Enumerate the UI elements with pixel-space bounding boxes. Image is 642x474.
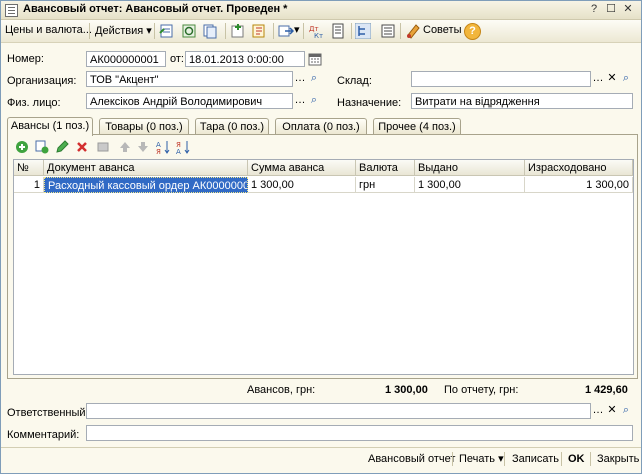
- help-icon[interactable]: ?: [587, 3, 601, 16]
- go-to-dropdown-icon[interactable]: ▾: [294, 23, 300, 36]
- print-menu-button[interactable]: Печать ▾: [459, 450, 504, 468]
- column-header-number[interactable]: №: [14, 160, 44, 176]
- refresh-icon[interactable]: [181, 23, 197, 39]
- purpose-label: Назначение:: [337, 97, 402, 109]
- tips-button[interactable]: Советы: [423, 24, 461, 36]
- maximize-icon[interactable]: ☐: [604, 3, 618, 16]
- list-settings-icon[interactable]: [380, 23, 396, 39]
- report-total-value: 1 429,60: [585, 384, 628, 396]
- copy-document-icon[interactable]: [202, 23, 218, 39]
- tab-advances[interactable]: Авансы (1 поз.): [7, 117, 93, 136]
- currency-cell[interactable]: грн: [356, 177, 415, 193]
- journal-icon[interactable]: [330, 23, 346, 39]
- add-row-icon[interactable]: [15, 140, 29, 154]
- advance-document-cell[interactable]: Расходный кассовый ордер АК0000000...: [44, 177, 248, 193]
- date-field[interactable]: 18.01.2013 0:00:00: [185, 51, 305, 67]
- tab-payment[interactable]: Оплата (0 поз.): [275, 118, 367, 135]
- advances-total-label: Авансов, грн:: [247, 384, 316, 396]
- column-header-advance-document[interactable]: Документ аванса: [44, 160, 248, 176]
- based-on-icon[interactable]: [230, 23, 246, 39]
- dt-kt-icon[interactable]: ДтКт: [308, 23, 324, 39]
- advance-amount-cell[interactable]: 1 300,00: [248, 177, 356, 193]
- ok-button[interactable]: OK: [568, 450, 585, 468]
- row-number-cell: 1: [14, 177, 44, 193]
- hierarchy-icon[interactable]: [355, 23, 371, 39]
- tab-goods[interactable]: Товары (0 поз.): [99, 118, 189, 135]
- document-window: Авансовый отчет: Авансовый отчет. Провед…: [0, 0, 642, 474]
- organization-search-icon[interactable]: ⌕: [307, 71, 321, 87]
- svg-text:Кт: Кт: [314, 32, 323, 39]
- copy-row-icon[interactable]: [35, 140, 49, 154]
- column-header-issued[interactable]: Выдано: [415, 160, 525, 176]
- organization-label: Организация:: [7, 75, 77, 87]
- column-header-spent[interactable]: Израсходовано: [525, 160, 633, 176]
- warehouse-search-icon[interactable]: ⌕: [619, 71, 633, 87]
- svg-text:А: А: [176, 148, 181, 154]
- warehouse-label: Склад:: [337, 75, 372, 87]
- calendar-icon[interactable]: [308, 51, 322, 67]
- help-button-icon[interactable]: ?: [464, 23, 481, 40]
- spent-cell[interactable]: 1 300,00: [525, 177, 633, 193]
- person-select-button[interactable]: …: [293, 93, 307, 109]
- actions-menu[interactable]: Действия ▾: [95, 24, 152, 37]
- title-bar: Авансовый отчет: Авансовый отчет. Провед…: [1, 1, 641, 20]
- delete-row-icon[interactable]: [75, 140, 89, 154]
- report-total-label: По отчету, грн:: [444, 384, 519, 396]
- edit-row-icon[interactable]: [55, 140, 69, 154]
- prices-currency-menu[interactable]: Цены и валюта...: [5, 24, 92, 36]
- sort-ascending-icon[interactable]: АЯ: [156, 140, 170, 154]
- save-button[interactable]: Записать: [512, 450, 559, 468]
- responsible-label: Ответственный:: [7, 407, 89, 419]
- organization-field[interactable]: ТОВ "Акцент": [86, 71, 293, 87]
- warehouse-clear-icon[interactable]: ✕: [605, 71, 619, 87]
- purpose-field[interactable]: Витрати на відрядження: [411, 93, 633, 109]
- organization-select-button[interactable]: …: [293, 71, 307, 87]
- tab-containers[interactable]: Тара (0 поз.): [195, 118, 269, 135]
- responsible-select-button[interactable]: …: [591, 403, 605, 419]
- advances-table: № Документ аванса Сумма аванса Валюта Вы…: [13, 159, 634, 375]
- warehouse-field[interactable]: [411, 71, 591, 87]
- date-label: от:: [170, 53, 184, 65]
- sort-descending-icon[interactable]: ЯА: [176, 140, 190, 154]
- issued-cell[interactable]: 1 300,00: [415, 177, 525, 193]
- tab-other[interactable]: Прочее (4 поз.): [373, 118, 461, 135]
- svg-text:Я: Я: [156, 148, 161, 154]
- window-title: Авансовый отчет: Авансовый отчет. Провед…: [23, 3, 288, 15]
- responsible-search-icon[interactable]: ⌕: [619, 403, 633, 419]
- column-header-advance-amount[interactable]: Сумма аванса: [248, 160, 356, 176]
- comment-label: Комментарий:: [7, 429, 80, 441]
- go-to-icon[interactable]: [278, 23, 294, 39]
- move-up-icon[interactable]: [118, 140, 132, 154]
- advances-panel: АЯ ЯА № Документ аванса Сумма аванса Вал…: [7, 134, 638, 379]
- toolbar: Цены и валюта... Действия ▾ ▾ Дт Кт Совет…: [1, 20, 641, 43]
- responsible-clear-icon[interactable]: ✕: [605, 403, 619, 419]
- close-button[interactable]: Закрыть: [597, 450, 639, 468]
- column-header-currency[interactable]: Валюта: [356, 160, 415, 176]
- person-search-icon[interactable]: ⌕: [307, 93, 321, 109]
- close-icon[interactable]: ✕: [621, 3, 635, 16]
- document-icon: [5, 4, 18, 17]
- advances-total-value: 1 300,00: [385, 384, 428, 396]
- responsible-field[interactable]: [86, 403, 591, 419]
- warehouse-select-button[interactable]: …: [591, 71, 605, 87]
- comment-field[interactable]: [86, 425, 633, 441]
- number-field[interactable]: АК000000001: [86, 51, 166, 67]
- post-document-icon[interactable]: [159, 23, 175, 39]
- number-label: Номер:: [7, 53, 44, 65]
- person-field[interactable]: Алексіков Андрій Володимирович: [86, 93, 293, 109]
- advance-report-button[interactable]: Авансовый отчет: [368, 450, 455, 468]
- structure-icon[interactable]: [251, 23, 267, 39]
- end-edit-icon[interactable]: [96, 140, 110, 154]
- move-down-icon[interactable]: [136, 140, 150, 154]
- tips-icon[interactable]: [405, 23, 421, 39]
- person-label: Физ. лицо:: [7, 97, 61, 109]
